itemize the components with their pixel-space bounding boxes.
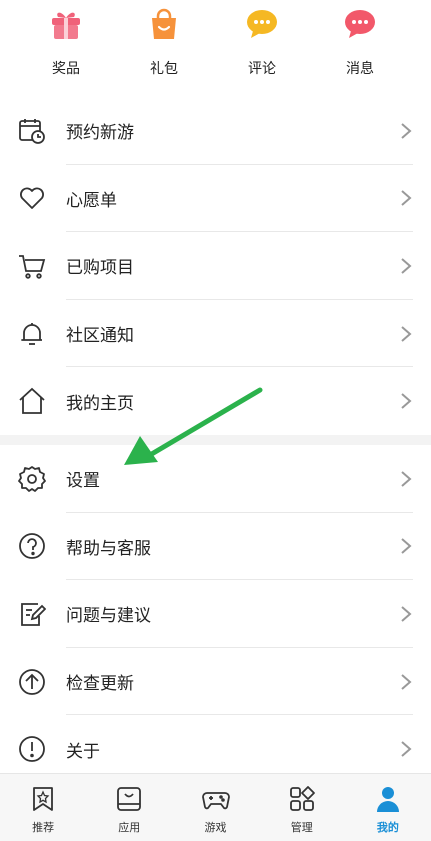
menu-item-reserve-games[interactable]: 预约新游 [0,97,431,165]
gear-icon [17,464,47,494]
help-icon [17,531,47,561]
menu-group-system: 设置 帮助与客服 问题与建议 检查更新 关于 [0,445,431,783]
quick-action-label: 消息 [346,61,374,77]
quick-action-label: 评论 [248,61,276,77]
message-icon [345,10,375,38]
tab-mine[interactable]: 我的 [345,774,431,841]
bell-icon [17,319,47,349]
app-store-icon [117,787,142,811]
chevron-right-icon [401,606,412,622]
quick-action-label: 奖品 [52,61,80,77]
home-icon [17,386,47,416]
tab-label: 管理 [290,821,313,834]
tab-manage[interactable]: 管理 [259,774,345,841]
menu-item-label: 帮助与客服 [66,538,151,559]
heart-icon [17,183,47,213]
comment-icon [247,10,277,38]
menu-item-label: 设置 [66,471,100,492]
grid-icon [289,786,315,811]
tab-label: 我的 [376,821,399,834]
section-separator [0,435,431,445]
chevron-right-icon [401,258,412,274]
menu-item-label: 检查更新 [66,674,134,695]
menu-item-label: 我的主页 [66,393,134,414]
quick-action-prizes[interactable]: 奖品 [17,0,115,96]
tab-label: 游戏 [204,821,227,834]
chevron-right-icon [401,393,412,409]
quick-action-messages[interactable]: 消息 [311,0,409,96]
menu-item-help-support[interactable]: 帮助与客服 [0,513,431,581]
quick-action-gift-pack[interactable]: 礼包 [115,0,213,96]
info-exclamation-icon [17,734,47,764]
gamepad-icon [201,792,230,810]
chevron-right-icon [401,471,412,487]
menu-item-my-homepage[interactable]: 我的主页 [0,367,431,435]
menu-item-label: 已购项目 [66,258,134,279]
menu-item-label: 社区通知 [66,326,134,347]
quick-action-comments[interactable]: 评论 [213,0,311,96]
quick-actions-row: 奖品 礼包 评论 消息 [0,0,431,96]
tab-apps[interactable]: 应用 [86,774,172,841]
chevron-right-icon [401,190,412,207]
edit-note-icon [17,599,47,629]
calendar-clock-icon [17,116,47,146]
menu-item-wishlist[interactable]: 心愿单 [0,165,431,233]
menu-item-check-update[interactable]: 检查更新 [0,648,431,716]
quick-action-label: 礼包 [150,61,178,77]
upload-arrow-icon [17,667,47,697]
chevron-right-icon [401,538,412,555]
bookmark-star-icon [33,787,53,811]
bottom-tab-bar: 推荐 应用 游戏 管理 我的 [0,773,431,841]
menu-item-label: 问题与建议 [66,606,151,627]
menu-item-feedback[interactable]: 问题与建议 [0,580,431,648]
chevron-right-icon [401,673,412,690]
tab-label: 推荐 [32,821,55,834]
menu-item-settings[interactable]: 设置 [0,445,431,513]
menu-item-purchased[interactable]: 已购项目 [0,232,431,300]
cart-icon [17,251,47,281]
person-icon [376,787,399,812]
chevron-right-icon [401,325,412,342]
menu-item-label: 预约新游 [66,123,134,144]
tab-label: 应用 [118,821,141,834]
menu-item-label: 心愿单 [66,190,117,211]
menu-item-label: 关于 [66,741,100,762]
gift-icon [52,12,80,39]
bag-icon [152,8,176,39]
chevron-right-icon [401,123,412,139]
chevron-right-icon [401,741,412,757]
tab-recommend[interactable]: 推荐 [0,774,86,841]
tab-games[interactable]: 游戏 [172,774,258,841]
menu-group-account: 预约新游 心愿单 已购项目 社区通知 我的主页 [0,97,431,435]
menu-item-community-notice[interactable]: 社区通知 [0,300,431,368]
